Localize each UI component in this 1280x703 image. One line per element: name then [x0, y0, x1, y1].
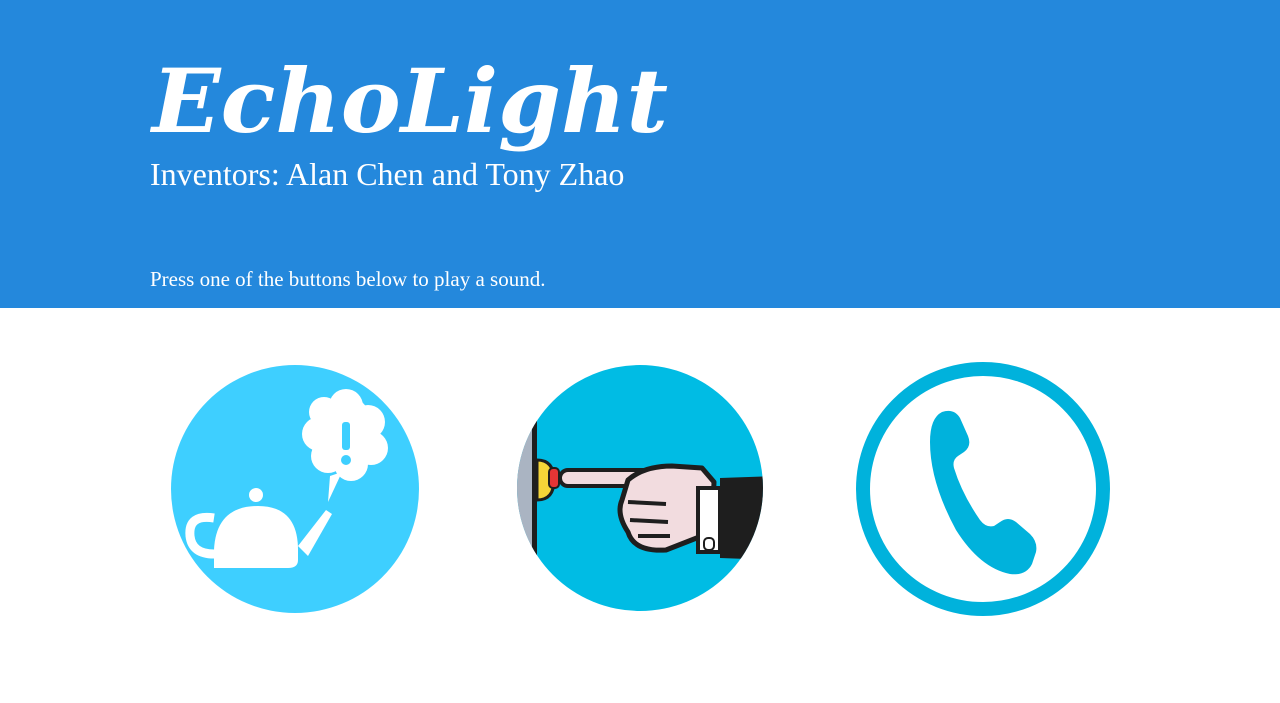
doorbell-sound-button[interactable]: [516, 364, 764, 612]
kettle-sound-button[interactable]: [170, 364, 420, 614]
phone-icon: [856, 362, 1110, 616]
logo-wordmark: EchoLight: [150, 52, 668, 153]
instructions-text: Press one of the buttons below to play a…: [150, 267, 546, 291]
inventors-subtitle: Inventors: Alan Chen and Tony Zhao: [150, 156, 625, 192]
kettle-alert-icon: [171, 365, 419, 613]
page-header: EchoLight Inventors: Alan Chen and Tony …: [0, 0, 1280, 308]
doorbell-press-icon: [517, 365, 763, 611]
echolight-logo: EchoLight: [149, 49, 690, 162]
phone-sound-button[interactable]: [854, 360, 1112, 618]
